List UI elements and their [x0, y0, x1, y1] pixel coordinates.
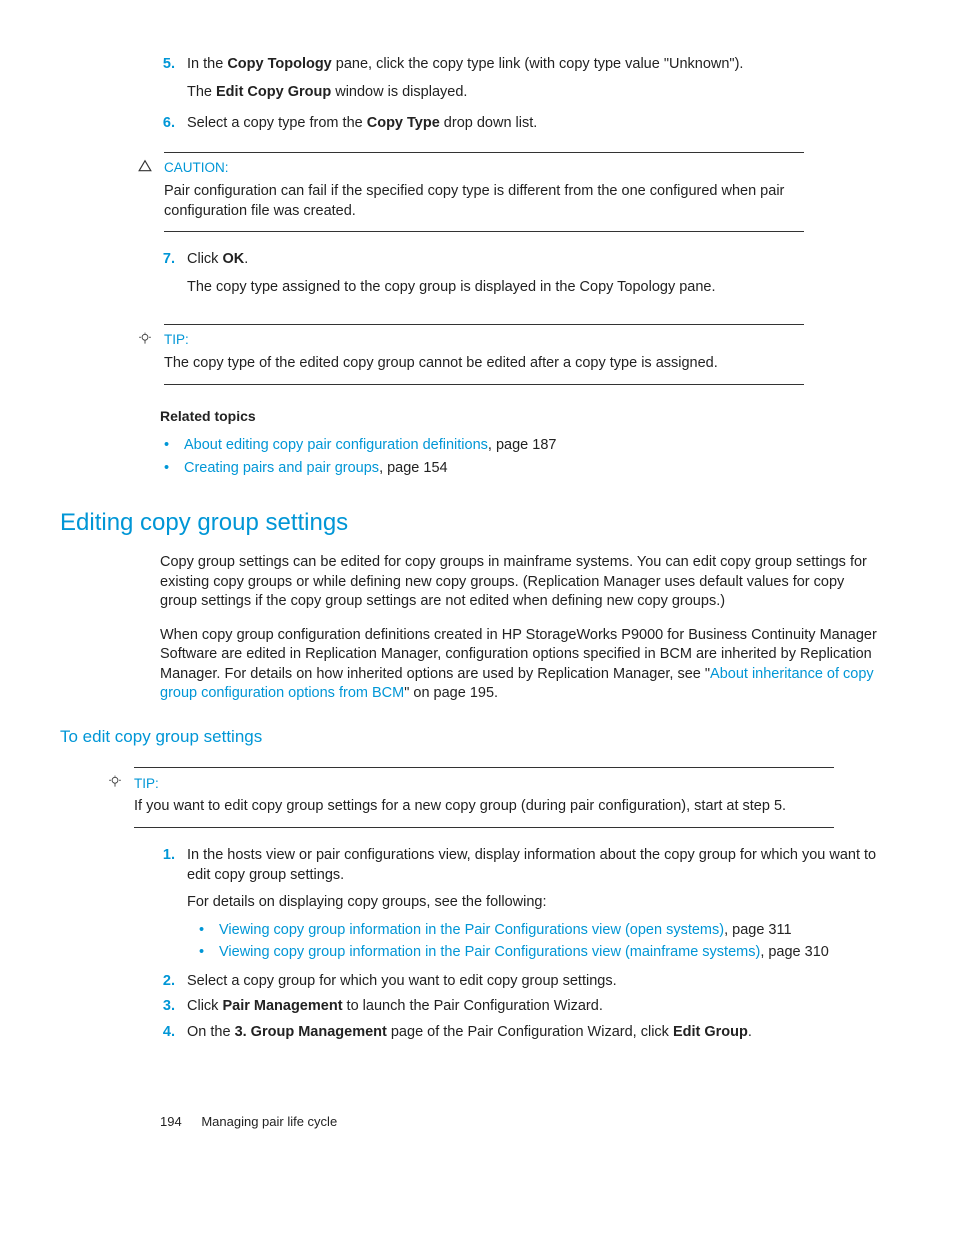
text: Click — [187, 251, 222, 267]
text: page of the Pair Configuration Wizard, c… — [387, 1024, 673, 1040]
sub-bullet-item: • Viewing copy group information in the … — [187, 943, 884, 963]
step-body: In the Copy Topology pane, click the cop… — [187, 55, 884, 110]
step-body: Click Pair Management to launch the Pair… — [187, 997, 884, 1017]
link[interactable]: Viewing copy group information in the Pa… — [219, 922, 724, 938]
bold-term: Copy Type — [367, 115, 440, 131]
link[interactable]: About editing copy pair configuration de… — [184, 437, 488, 453]
tip-icon — [138, 331, 164, 351]
text: , page 154 — [379, 460, 448, 476]
step-1: 1. In the hosts view or pair configurati… — [145, 846, 884, 966]
step-5: 5. In the Copy Topology pane, click the … — [145, 55, 884, 110]
bullet-body: Creating pairs and pair groups, page 154 — [184, 459, 884, 479]
step-2: 2. Select a copy group for which you wan… — [145, 972, 884, 992]
step-3: 3. Click Pair Management to launch the P… — [145, 997, 884, 1017]
step-body: Select a copy group for which you want t… — [187, 972, 884, 992]
sub-bullet-item: • Viewing copy group information in the … — [187, 921, 884, 941]
bold-term: Edit Copy Group — [216, 84, 331, 100]
bullet-icon: • — [160, 436, 184, 456]
ordered-list-mid: 7. Click OK. The copy type assigned to t… — [145, 250, 884, 305]
step-number: 2. — [145, 972, 187, 992]
text: In the — [187, 56, 227, 72]
text: pane, click the copy type link (with cop… — [332, 56, 744, 72]
text: On the — [187, 1024, 235, 1040]
tip-icon — [108, 774, 134, 794]
chapter-title: Managing pair life cycle — [201, 1114, 337, 1129]
bullet-icon: • — [187, 921, 219, 941]
bold-term: Pair Management — [222, 998, 342, 1014]
related-topics-list: • About editing copy pair configuration … — [160, 436, 884, 479]
sub-bullet-list: • Viewing copy group information in the … — [187, 921, 884, 963]
tip-body: The copy type of the edited copy group c… — [164, 354, 804, 374]
bold-term: 3. Group Management — [235, 1024, 387, 1040]
caution-icon — [138, 159, 164, 179]
paragraph: Copy group settings can be edited for co… — [160, 553, 884, 612]
caution-body: Pair configuration can fail if the speci… — [164, 182, 804, 221]
bullet-icon: • — [187, 943, 219, 963]
text: , page 311 — [724, 922, 791, 938]
related-topic-item: • About editing copy pair configuration … — [160, 436, 884, 456]
subsection-heading: To edit copy group settings — [60, 726, 884, 749]
page-number: 194 — [160, 1113, 182, 1131]
bullet-body: Viewing copy group information in the Pa… — [219, 943, 829, 963]
text: , page 187 — [488, 437, 557, 453]
tip-header: TIP: — [108, 774, 834, 794]
bold-term: OK — [222, 251, 244, 267]
text: The — [187, 84, 216, 100]
text: . — [244, 251, 248, 267]
step-number: 3. — [145, 997, 187, 1017]
tip-label: TIP: — [164, 331, 189, 349]
step-4: 4. On the 3. Group Management page of th… — [145, 1023, 884, 1043]
bullet-body: About editing copy pair configuration de… — [184, 436, 884, 456]
link[interactable]: Viewing copy group information in the Pa… — [219, 944, 760, 960]
related-topic-item: • Creating pairs and pair groups, page 1… — [160, 459, 884, 479]
text: " on page 195. — [404, 685, 498, 701]
ordered-list-top: 5. In the Copy Topology pane, click the … — [145, 55, 884, 134]
text: drop down list. — [440, 115, 538, 131]
step-6: 6. Select a copy type from the Copy Type… — [145, 114, 884, 134]
bold-term: Copy Topology — [227, 56, 331, 72]
caution-box: CAUTION: Pair configuration can fail if … — [164, 152, 804, 233]
step-number: 4. — [145, 1023, 187, 1043]
section-heading: Editing copy group settings — [60, 507, 884, 539]
step-body: Select a copy type from the Copy Type dr… — [187, 114, 884, 134]
bold-term: Edit Group — [673, 1024, 748, 1040]
text: In the hosts view or pair configurations… — [187, 847, 876, 883]
step-7: 7. Click OK. The copy type assigned to t… — [145, 250, 884, 305]
step-number: 6. — [145, 114, 187, 134]
tip-box: TIP: The copy type of the edited copy gr… — [164, 324, 804, 385]
tip-header: TIP: — [138, 331, 804, 351]
step-body: In the hosts view or pair configurations… — [187, 846, 884, 966]
text: to launch the Pair Configuration Wizard. — [343, 998, 603, 1014]
sub-paragraph: For details on displaying copy groups, s… — [187, 893, 884, 913]
page-footer: 194 Managing pair life cycle — [160, 1113, 884, 1131]
paragraph: When copy group configuration definition… — [160, 626, 884, 704]
bullet-body: Viewing copy group information in the Pa… — [219, 921, 792, 941]
step-number: 5. — [145, 55, 187, 110]
step-number: 7. — [145, 250, 187, 305]
text: , page 310 — [760, 944, 829, 960]
step-number: 1. — [145, 846, 187, 966]
text: Click — [187, 998, 222, 1014]
text: window is displayed. — [331, 84, 467, 100]
caution-label: CAUTION: — [164, 159, 229, 177]
sub-paragraph: The copy type assigned to the copy group… — [187, 278, 884, 298]
step-body: Click OK. The copy type assigned to the … — [187, 250, 884, 305]
sub-paragraph: The Edit Copy Group window is displayed. — [187, 83, 884, 103]
tip-box: TIP: If you want to edit copy group sett… — [134, 767, 834, 828]
bullet-icon: • — [160, 459, 184, 479]
link[interactable]: Creating pairs and pair groups — [184, 460, 379, 476]
ordered-list-bottom: 1. In the hosts view or pair configurati… — [145, 846, 884, 1043]
related-topics-heading: Related topics — [160, 407, 884, 426]
caution-header: CAUTION: — [138, 159, 804, 179]
tip-label: TIP: — [134, 775, 159, 793]
step-body: On the 3. Group Management page of the P… — [187, 1023, 884, 1043]
text: Select a copy type from the — [187, 115, 367, 131]
text: . — [748, 1024, 752, 1040]
tip-body: If you want to edit copy group settings … — [134, 797, 834, 817]
